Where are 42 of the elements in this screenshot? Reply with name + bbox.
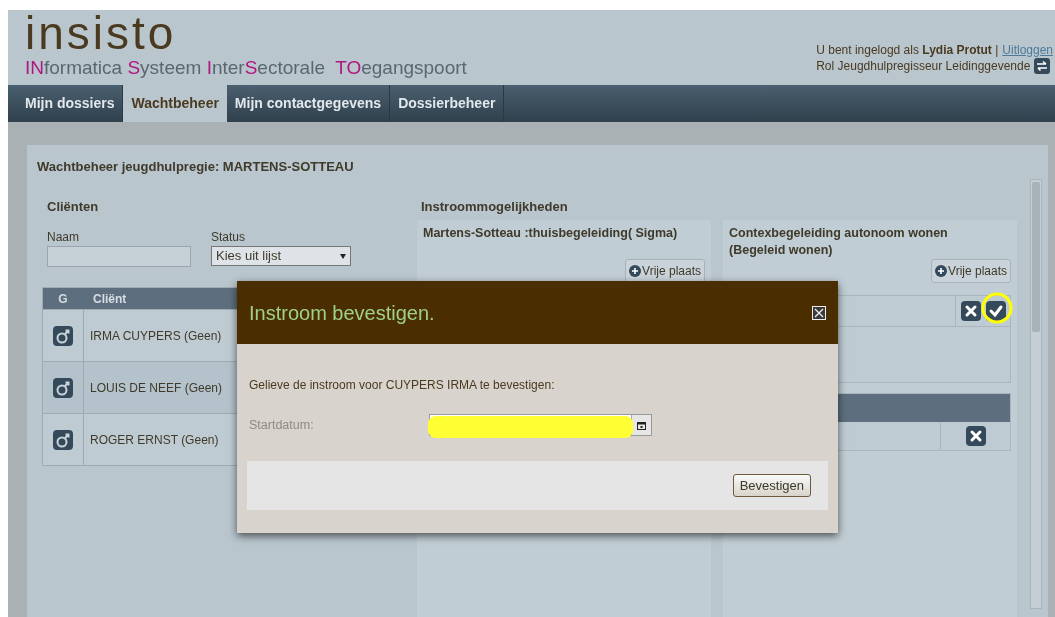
free-slot-button[interactable]: Vrije plaats xyxy=(625,259,705,283)
confirm-button[interactable]: Bevestigen xyxy=(732,474,811,497)
switch-role-icon[interactable] xyxy=(1034,58,1051,74)
male-gender-icon[interactable] xyxy=(53,377,73,398)
confirm-icon[interactable] xyxy=(985,301,1006,321)
field-label: Status xyxy=(211,229,247,246)
male-gender-icon[interactable] xyxy=(53,325,73,346)
remove-icon[interactable] xyxy=(965,426,986,446)
nav-tab[interactable]: Wachtbeheer xyxy=(123,85,227,122)
dialog-message: Gelieve de instroom voor CUYPERS IRMA te bevestigen: xyxy=(248,377,556,394)
remove-icon[interactable] xyxy=(960,301,981,321)
column-header: G xyxy=(57,290,69,308)
plus-circle-icon xyxy=(935,265,948,277)
logo-wordmark: insisto xyxy=(25,10,178,56)
close-icon xyxy=(814,307,824,318)
section-heading: Instroommogelijkheden xyxy=(420,197,569,216)
field-label: Startdatum: xyxy=(249,416,315,434)
client-name[interactable]: LOUIS DE NEEF (Geen) xyxy=(90,378,223,397)
dialog-title: Instroom bevestigen. xyxy=(249,300,435,326)
panel-title: Wachtbeheer jeugdhulpregie: MARTENS-SOTTEAU xyxy=(36,158,355,176)
client-name[interactable]: ROGER ERNST (Geen) xyxy=(90,430,219,449)
field-label: Naam xyxy=(47,229,80,246)
column-header: Cliënt xyxy=(92,290,127,308)
free-slot-button[interactable]: Vrije plaats xyxy=(931,259,1011,283)
section-heading: Cliënten xyxy=(46,197,100,216)
column-title: Contexbegeleiding autonoom wonen (Begeleid wonen) xyxy=(729,225,949,259)
role-text: Rol Jeugdhulpregisseur Leidinggevende xyxy=(816,58,1031,74)
column-title: Martens-Sotteau :thuisbegeleiding( Sigma) xyxy=(423,225,679,242)
date-input[interactable] xyxy=(429,414,652,436)
dropdown-arrow-icon xyxy=(340,253,346,259)
nav-tab[interactable]: Mijn contactgegevens xyxy=(226,85,391,122)
scrollbar[interactable] xyxy=(1030,178,1042,609)
logo-tagline: INformatica Systeem InterSectorale TOegangspoort xyxy=(25,56,467,80)
status-select[interactable]: Kies uit lijst xyxy=(211,246,351,266)
login-text: U bent ingelogd als Lydia Protut | xyxy=(816,42,999,58)
calendar-icon xyxy=(637,420,646,430)
close-button[interactable] xyxy=(812,305,826,320)
client-name[interactable]: IRMA CUYPERS (Geen) xyxy=(90,326,222,345)
plus-circle-icon xyxy=(629,265,642,277)
male-gender-icon[interactable] xyxy=(53,429,73,450)
name-input[interactable] xyxy=(47,246,191,267)
nav-tab[interactable]: Dossierbeheer xyxy=(390,85,505,122)
